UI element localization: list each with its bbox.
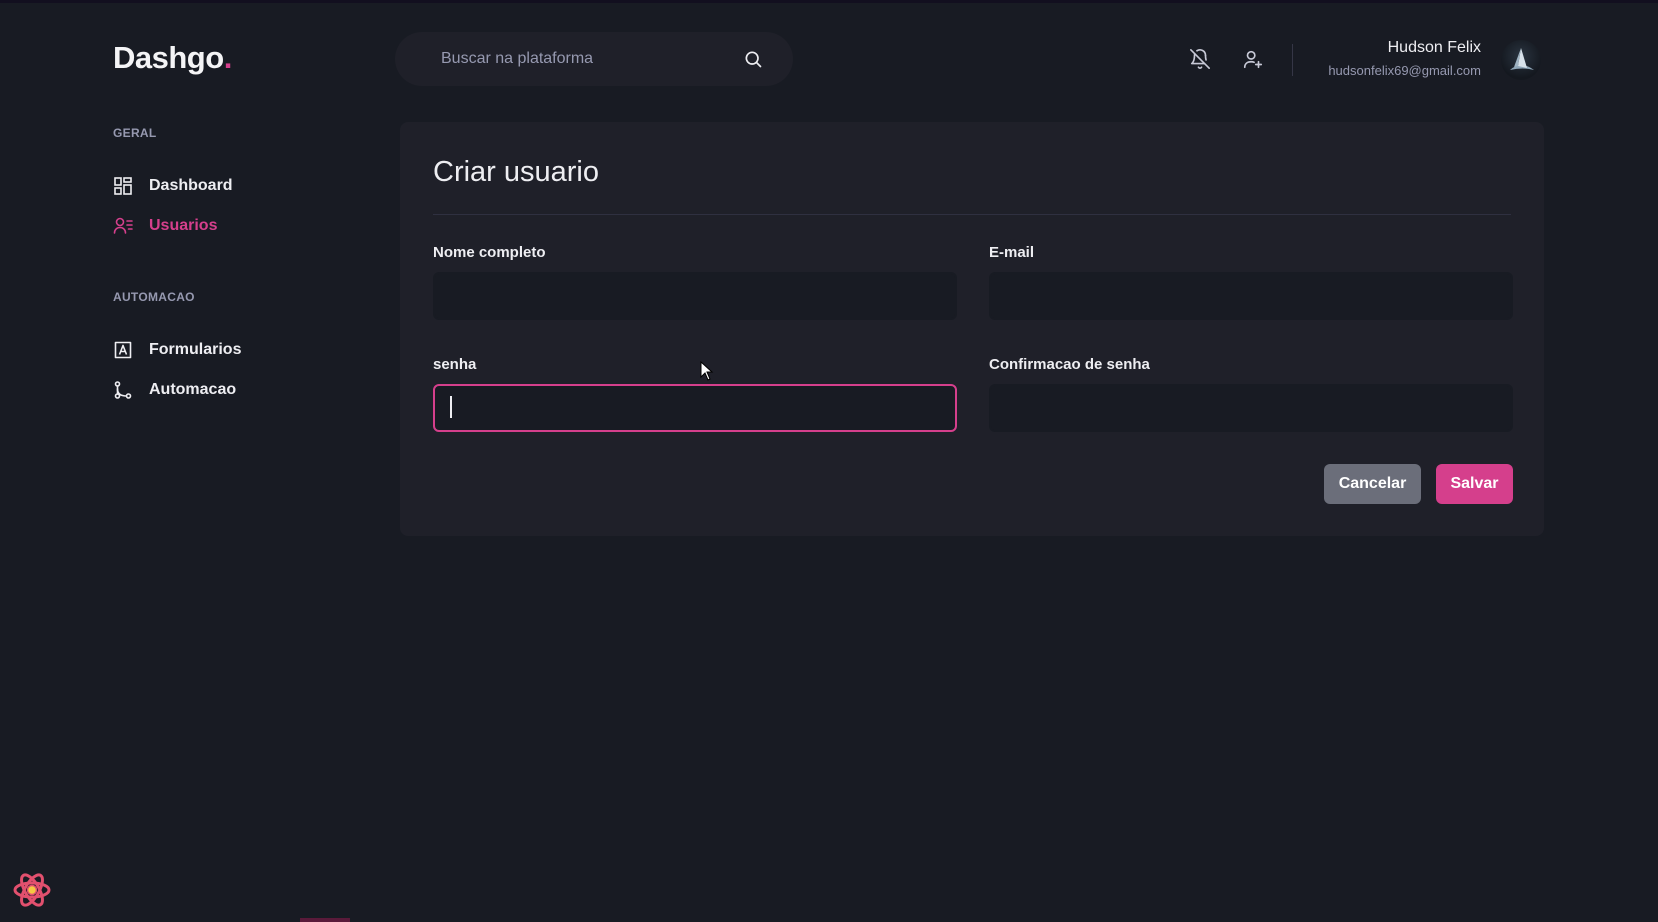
logo-text: Dashgo <box>113 40 224 75</box>
top-border <box>0 0 1658 3</box>
sidebar-item-label: Automacao <box>149 381 237 398</box>
avatar[interactable] <box>1501 40 1541 80</box>
sidebar-section-geral: GERAL <box>113 126 157 140</box>
logo: Dashgo. <box>113 40 232 76</box>
password-field[interactable] <box>433 384 957 432</box>
save-button[interactable]: Salvar <box>1436 464 1513 504</box>
sidebar-section-automacao: AUTOMACAO <box>113 290 195 304</box>
users-icon <box>113 217 133 234</box>
mouse-pointer-icon <box>700 361 714 381</box>
sidebar-item-formularios[interactable]: Formularios <box>113 340 241 360</box>
user-add-icon[interactable] <box>1242 48 1264 70</box>
create-user-card: Criar usuario Nome completo E-mail senha… <box>400 122 1544 536</box>
name-label: Nome completo <box>433 244 546 261</box>
dashboard-grid-icon <box>114 177 132 195</box>
sidebar-item-label: Dashboard <box>149 177 233 194</box>
search-icon[interactable] <box>743 49 763 69</box>
email-field[interactable] <box>989 272 1513 320</box>
password-label: senha <box>433 356 477 373</box>
header-divider <box>1292 44 1293 76</box>
bottom-indicator <box>300 918 350 922</box>
sidebar-item-label: Formularios <box>149 341 242 358</box>
name-field[interactable] <box>433 272 957 320</box>
page-title: Criar usuario <box>433 156 599 188</box>
profile-name: Hudson Felix <box>1387 39 1481 56</box>
avatar-image <box>1510 48 1534 70</box>
sidebar-item-usuarios[interactable]: Usuarios <box>113 216 217 236</box>
cancel-button[interactable]: Cancelar <box>1324 464 1421 504</box>
password-confirm-label: Confirmacao de senha <box>989 356 1150 373</box>
sidebar-item-label: Usuarios <box>149 217 218 234</box>
text-caret <box>450 396 452 418</box>
form-icon <box>114 341 132 359</box>
git-branch-icon <box>114 381 132 399</box>
bell-off-icon[interactable] <box>1189 48 1211 70</box>
search-input[interactable]: Buscar na plataforma <box>441 50 743 68</box>
react-devtools-icon[interactable] <box>12 870 52 910</box>
password-confirm-field[interactable] <box>989 384 1513 432</box>
search-bar[interactable]: Buscar na plataforma <box>395 32 793 86</box>
email-label: E-mail <box>989 244 1035 261</box>
sidebar-item-dashboard[interactable]: Dashboard <box>113 176 233 196</box>
sidebar-item-automacao[interactable]: Automacao <box>113 380 236 400</box>
logo-dot: . <box>223 40 233 75</box>
profile-email: hudsonfelix69@gmail.com <box>1328 63 1481 78</box>
app-root: Dashgo. Buscar na plataforma Hudson Feli… <box>0 0 1658 922</box>
title-divider <box>433 214 1511 215</box>
